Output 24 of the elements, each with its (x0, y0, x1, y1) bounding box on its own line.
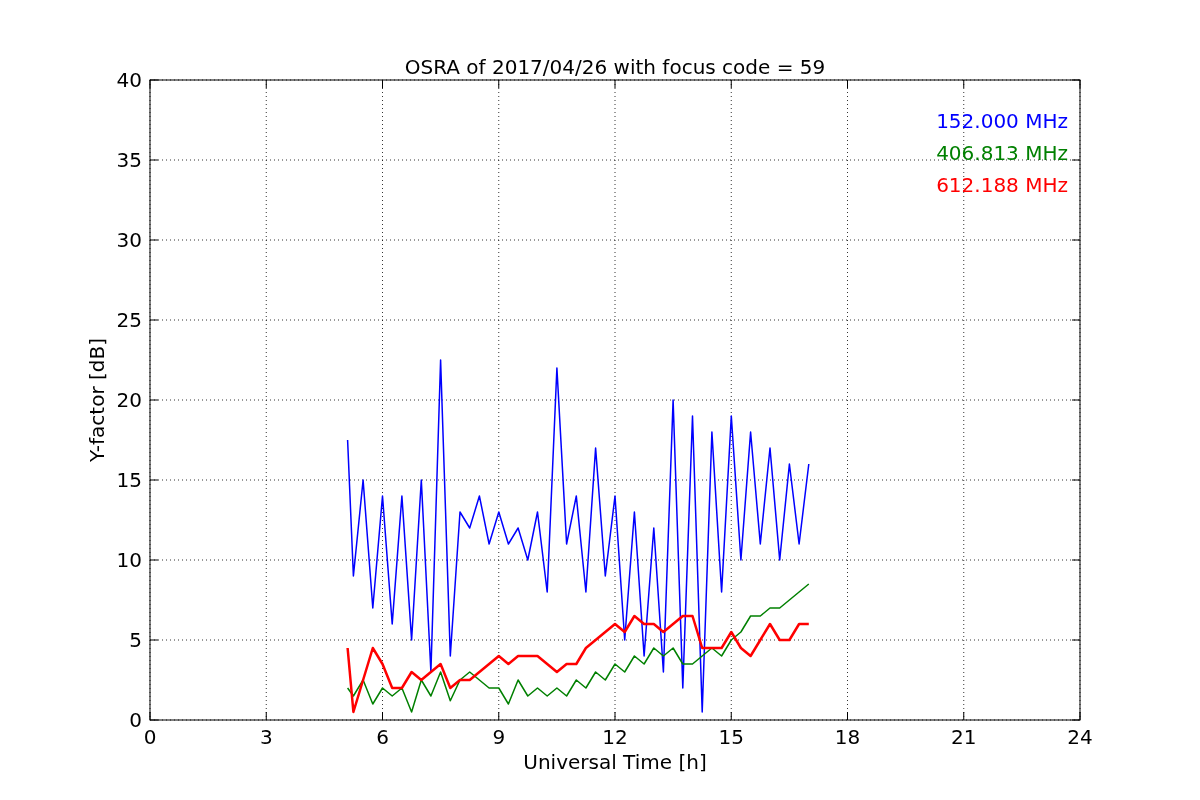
x-tick-label: 21 (951, 725, 977, 749)
y-tick-label: 0 (129, 708, 142, 732)
legend-label: 152.000 MHz (936, 109, 1068, 133)
y-tick-label: 15 (116, 468, 142, 492)
x-tick-label: 6 (376, 725, 389, 749)
x-tick-label: 24 (1067, 725, 1093, 749)
x-tick-label: 0 (143, 725, 157, 749)
y-tick-label: 10 (116, 548, 142, 572)
x-tick-label: 3 (259, 725, 273, 749)
y-axis-label: Y-factor [dB] (85, 338, 109, 462)
x-axis-label: Universal Time [h] (523, 750, 707, 774)
y-tick-label: 20 (116, 388, 142, 412)
y-tick-label: 35 (116, 148, 142, 172)
x-tick-label: 9 (492, 725, 506, 749)
chart-title: OSRA of 2017/04/26 with focus code = 59 (404, 55, 826, 79)
x-tick-label: 12 (602, 725, 628, 749)
y-tick-label: 5 (129, 628, 142, 652)
x-tick-label: 15 (718, 725, 744, 749)
legend-label: 406.813 MHz (936, 141, 1068, 165)
y-tick-label: 25 (116, 308, 142, 332)
y-tick-label: 30 (116, 228, 142, 252)
y-tick-label: 40 (116, 68, 142, 92)
legend-label: 612.188 MHz (936, 173, 1068, 197)
x-tick-label: 18 (834, 725, 861, 749)
